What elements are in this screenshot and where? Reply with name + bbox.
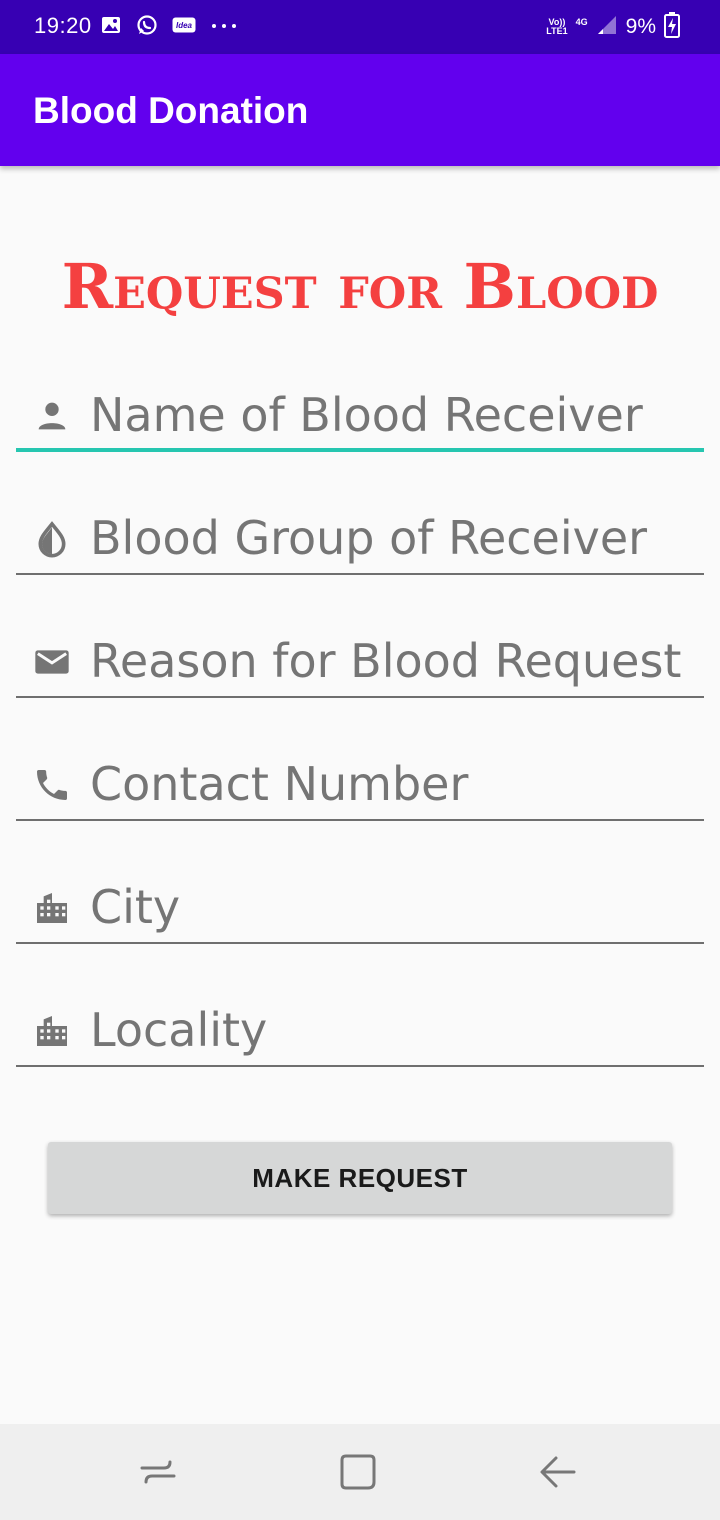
status-bar: 19:20 Idea Vo)) LTE1 4G 9% <box>0 0 720 54</box>
field-underline <box>16 696 704 698</box>
field-underline <box>16 819 704 821</box>
field-underline <box>16 448 704 452</box>
home-icon[interactable] <box>336 1450 380 1494</box>
navigation-bar <box>0 1424 720 1520</box>
blood-group-input[interactable] <box>90 505 700 571</box>
battery-icon <box>664 11 680 43</box>
locality-input[interactable] <box>90 997 700 1063</box>
city-icon <box>32 888 72 928</box>
status-time: 19:20 <box>34 13 92 38</box>
screen: 19:20 Idea Vo)) LTE1 4G 9% Blood Donatio… <box>0 0 720 1520</box>
blood-drop-icon <box>32 519 72 559</box>
volte-indicator: Vo)) LTE1 <box>546 18 567 36</box>
field-underline <box>16 1065 704 1067</box>
phone-icon <box>32 765 72 805</box>
city-field[interactable] <box>16 874 704 944</box>
more-dots-icon <box>210 18 238 36</box>
whatsapp-icon <box>136 14 158 41</box>
back-icon[interactable] <box>536 1450 580 1494</box>
app-bar: Blood Donation <box>0 54 720 166</box>
receiver-name-input[interactable] <box>90 382 700 448</box>
blood-group-field[interactable] <box>16 505 704 575</box>
mail-icon <box>32 642 72 682</box>
status-notification-icons: Idea <box>100 14 238 40</box>
field-underline <box>16 942 704 944</box>
city-input[interactable] <box>90 874 700 940</box>
app-title: Blood Donation <box>33 90 309 131</box>
page-title: Request for Blood <box>61 250 659 323</box>
person-icon <box>32 396 72 436</box>
reason-input[interactable] <box>90 628 700 694</box>
battery-percent: 9% <box>625 15 656 38</box>
make-request-button[interactable]: MAKE REQUEST <box>48 1142 672 1214</box>
status-system-icons: Vo)) LTE1 4G 9% <box>546 11 680 43</box>
idea-icon: Idea <box>172 17 196 38</box>
gallery-icon <box>100 14 122 41</box>
reason-field[interactable] <box>16 628 704 698</box>
recent-apps-icon[interactable] <box>136 1450 180 1494</box>
contact-number-input[interactable] <box>90 751 700 817</box>
contact-number-field[interactable] <box>16 751 704 821</box>
lte-label: LTE1 <box>546 26 568 36</box>
receiver-name-field[interactable] <box>16 382 704 452</box>
signal-icon <box>596 15 618 40</box>
network-type-label: 4G <box>575 16 588 27</box>
field-underline <box>16 573 704 575</box>
idea-label: Idea <box>176 21 193 30</box>
city-icon <box>32 1011 72 1051</box>
locality-field[interactable] <box>16 997 704 1067</box>
